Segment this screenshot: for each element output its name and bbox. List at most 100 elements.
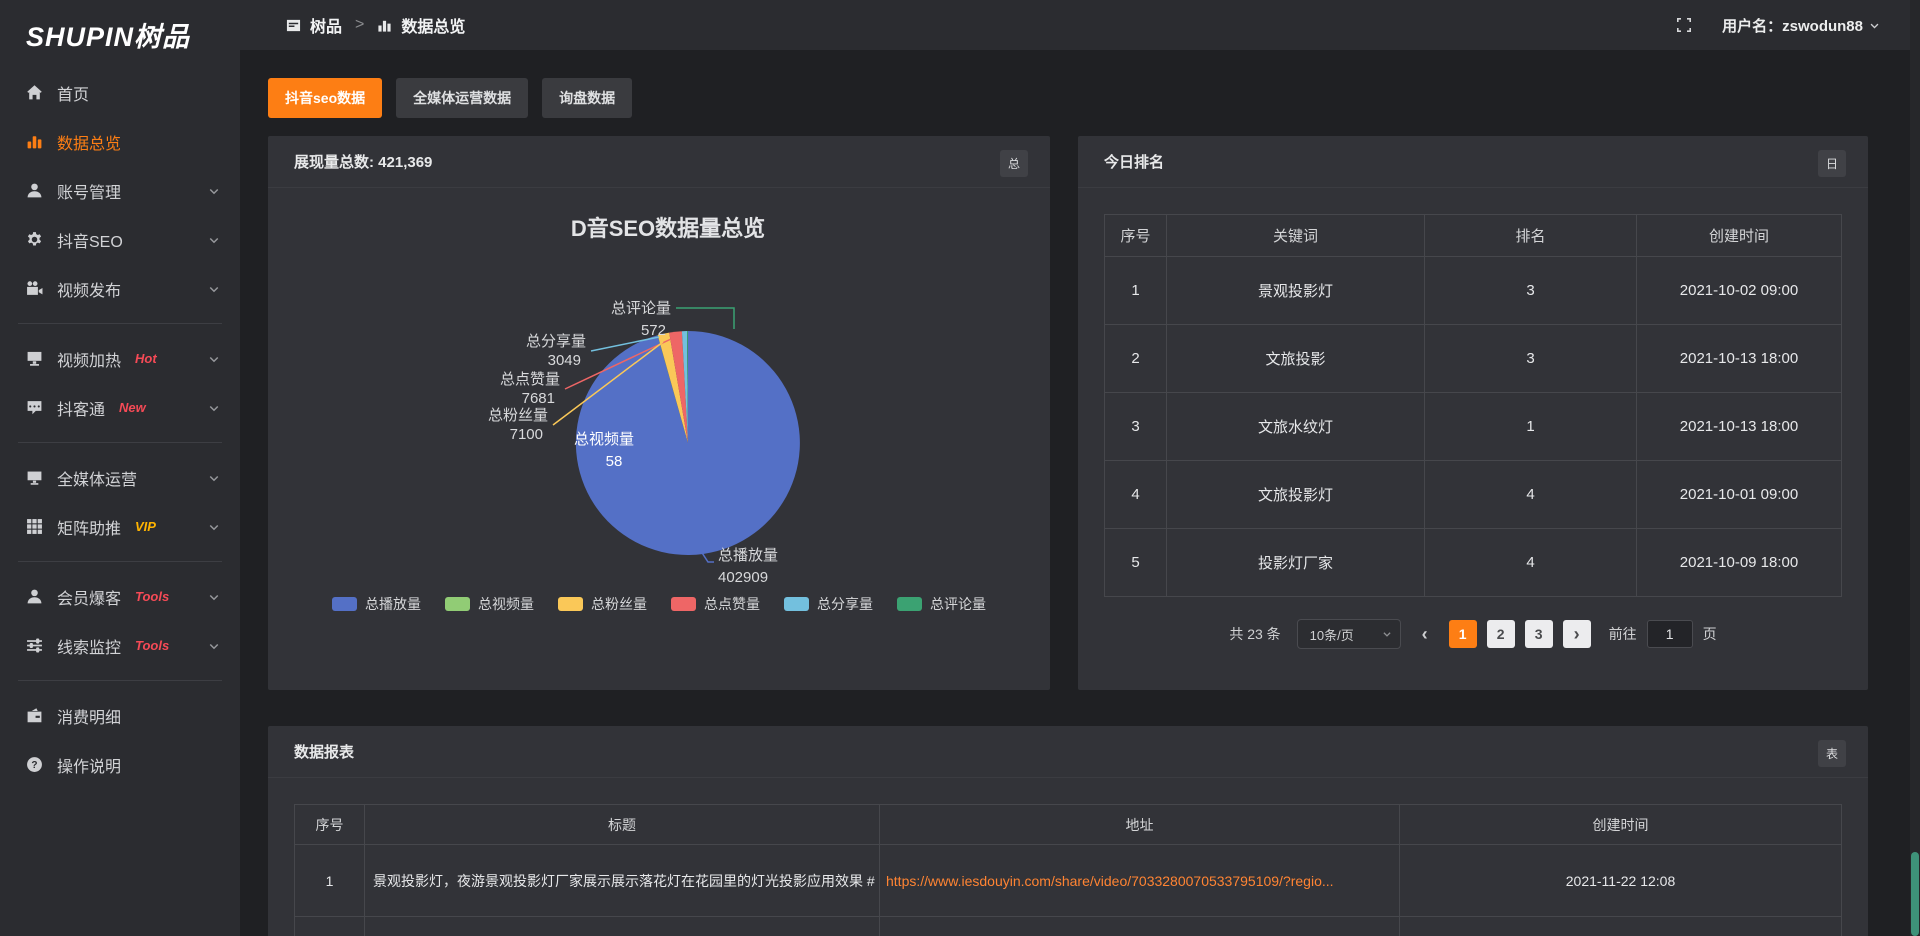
daily-badge-button[interactable]: 日 <box>1818 150 1846 177</box>
col-title: 标题 <box>365 805 880 845</box>
goto-unit: 页 <box>1703 624 1717 644</box>
col-rank: 排名 <box>1425 215 1637 257</box>
topbar: 树品 > 数据总览 用户名：zswodun88 <box>240 0 1920 50</box>
tab-media-operation-data[interactable]: 全媒体运营数据 <box>396 78 528 118</box>
cell-index: 2 <box>1105 325 1167 393</box>
legend-item-likes[interactable]: 总点赞量 <box>671 594 760 614</box>
legend-item-play[interactable]: 总播放量 <box>332 594 421 614</box>
prev-page-button[interactable]: ‹ <box>1411 620 1439 648</box>
legend-item-comments[interactable]: 总评论量 <box>897 594 986 614</box>
table-header-row: 序号 标题 地址 创建时间 <box>295 805 1842 845</box>
leader-line-comments <box>676 308 734 329</box>
cell-keyword: 文旅投影 <box>1167 325 1425 393</box>
sidebar-item-member-tools[interactable]: 会员爆客 Tools <box>0 572 240 621</box>
sidebar-item-label: 抖客通 <box>57 396 105 420</box>
legend-item-video[interactable]: 总视频量 <box>445 594 534 614</box>
sidebar-item-lead-monitor[interactable]: 线索监控 Tools <box>0 621 240 670</box>
breadcrumb: 树品 > 数据总览 <box>286 13 465 37</box>
sidebar-item-label: 视频加热 <box>57 347 121 371</box>
tools-badge: Tools <box>135 638 169 653</box>
chart-title: D音SEO数据量总览 <box>571 216 765 241</box>
sidebar-item-video-publish[interactable]: 视频发布 <box>0 264 240 313</box>
member-icon <box>24 587 44 607</box>
sidebar-item-account[interactable]: 账号管理 <box>0 166 240 215</box>
pie-label-comments-value: 572 <box>641 322 666 339</box>
legend-item-fans[interactable]: 总粉丝量 <box>558 594 647 614</box>
cell-created: 2021-10-02 09:00 <box>1637 257 1842 325</box>
sidebar-item-douketong[interactable]: 抖客通 New <box>0 383 240 432</box>
ranking-table: 序号 关键词 排名 创建时间 1 景观投影灯 3 2021-10-02 09:0… <box>1104 214 1842 597</box>
svg-text:?: ? <box>31 760 37 771</box>
report-panel-title: 数据报表 <box>294 741 354 762</box>
cell-rank: 3 <box>1425 257 1637 325</box>
sidebar-item-data-overview[interactable]: 数据总览 <box>0 117 240 166</box>
pie-chart: D音SEO数据量总览 总评论量 572 <box>268 188 1050 628</box>
legend-item-shares[interactable]: 总分享量 <box>784 594 873 614</box>
page-size-select[interactable]: 10条/页 <box>1297 619 1401 649</box>
pie-label-likes-value: 7681 <box>522 390 555 407</box>
tab-inquiry-data[interactable]: 询盘数据 <box>542 78 632 118</box>
main-content: 抖音seo数据 全媒体运营数据 询盘数据 展现量总数: 421,369 总 D音… <box>240 50 1920 936</box>
breadcrumb-root[interactable]: 树品 <box>310 13 342 37</box>
goto-page-input[interactable] <box>1647 620 1693 648</box>
sidebar-item-label: 首页 <box>57 81 89 105</box>
cell-rank: 4 <box>1425 461 1637 529</box>
pie-label-comments-name: 总评论量 <box>611 300 671 317</box>
sidebar: SHUPIN树品 首页 数据总览 账号管理 抖音SEO 视频发布 视频加热 Ho… <box>0 0 240 936</box>
total-badge-button[interactable]: 总 <box>1000 150 1028 177</box>
cell-url <box>880 917 1400 936</box>
sidebar-item-douyin-seo[interactable]: 抖音SEO <box>0 215 240 264</box>
page-button-3[interactable]: 3 <box>1525 620 1553 648</box>
sidebar-item-spending-detail[interactable]: 消费明细 <box>0 691 240 740</box>
chevron-down-icon <box>208 640 220 652</box>
pie-label-likes-name: 总点赞量 <box>500 371 560 388</box>
sidebar-divider <box>18 561 222 562</box>
sidebar-item-video-heat[interactable]: 视频加热 Hot <box>0 334 240 383</box>
legend-swatch <box>671 597 696 611</box>
table-row: 1 景观投影灯 3 2021-10-02 09:00 <box>1105 257 1842 325</box>
overview-panel: 展现量总数: 421,369 总 D音SEO数据量总览 <box>268 136 1050 690</box>
sidebar-item-media-operation[interactable]: 全媒体运营 <box>0 453 240 502</box>
data-tabs: 抖音seo数据 全媒体运营数据 询盘数据 <box>268 78 1868 118</box>
fullscreen-icon[interactable] <box>1676 17 1692 33</box>
sidebar-item-home[interactable]: 首页 <box>0 68 240 117</box>
cell-index: 3 <box>1105 393 1167 461</box>
next-page-button[interactable]: › <box>1563 620 1591 648</box>
chevron-down-icon <box>208 185 220 197</box>
table-badge-button[interactable]: 表 <box>1818 740 1846 767</box>
col-created: 创建时间 <box>1400 805 1842 845</box>
monitor-icon <box>24 468 44 488</box>
page-button-2[interactable]: 2 <box>1487 620 1515 648</box>
table-row <box>295 917 1842 936</box>
bar-chart-icon <box>24 132 44 152</box>
pie-label-video-name: 总视频量 <box>574 431 634 448</box>
video-link[interactable]: https://www.iesdouyin.com/share/video/70… <box>886 873 1334 889</box>
cell-keyword: 文旅水纹灯 <box>1167 393 1425 461</box>
cell-index: 4 <box>1105 461 1167 529</box>
tab-douyin-seo-data[interactable]: 抖音seo数据 <box>268 78 382 118</box>
scrollbar-thumb[interactable] <box>1911 852 1919 936</box>
user-menu[interactable]: 用户名：zswodun88 <box>1722 15 1880 36</box>
pagination-total: 共 23 条 <box>1229 624 1280 644</box>
pie-label-shares-value: 3049 <box>548 352 581 369</box>
chevron-down-icon <box>208 353 220 365</box>
cell-title <box>365 917 880 936</box>
sidebar-divider <box>18 442 222 443</box>
page-button-1[interactable]: 1 <box>1449 620 1477 648</box>
breadcrumb-current[interactable]: 数据总览 <box>401 13 465 37</box>
report-table: 序号 标题 地址 创建时间 1 景观投影灯，夜游景观投影灯厂家展示展示落花灯在花… <box>294 804 1842 936</box>
sidebar-item-matrix-boost[interactable]: 矩阵助推 VIP <box>0 502 240 551</box>
chevron-down-icon <box>1382 629 1392 639</box>
chat-bubble-icon <box>24 398 44 418</box>
chevron-down-icon <box>208 283 220 295</box>
sidebar-item-help[interactable]: ? 操作说明 <box>0 740 240 789</box>
ranking-panel-header: 今日排名 <box>1078 136 1868 188</box>
legend-swatch <box>784 597 809 611</box>
chevron-down-icon <box>1869 20 1880 31</box>
table-row: 3 文旅水纹灯 1 2021-10-13 18:00 <box>1105 393 1842 461</box>
ranking-panel-title: 今日排名 <box>1104 151 1164 172</box>
cell-created: 2021-10-01 09:00 <box>1637 461 1842 529</box>
table-row: 1 景观投影灯，夜游景观投影灯厂家展示展示落花灯在花园里的灯光投影应用效果 # … <box>295 845 1842 917</box>
overview-panel-header: 展现量总数: 421,369 <box>268 136 1050 188</box>
table-header-row: 序号 关键词 排名 创建时间 <box>1105 215 1842 257</box>
